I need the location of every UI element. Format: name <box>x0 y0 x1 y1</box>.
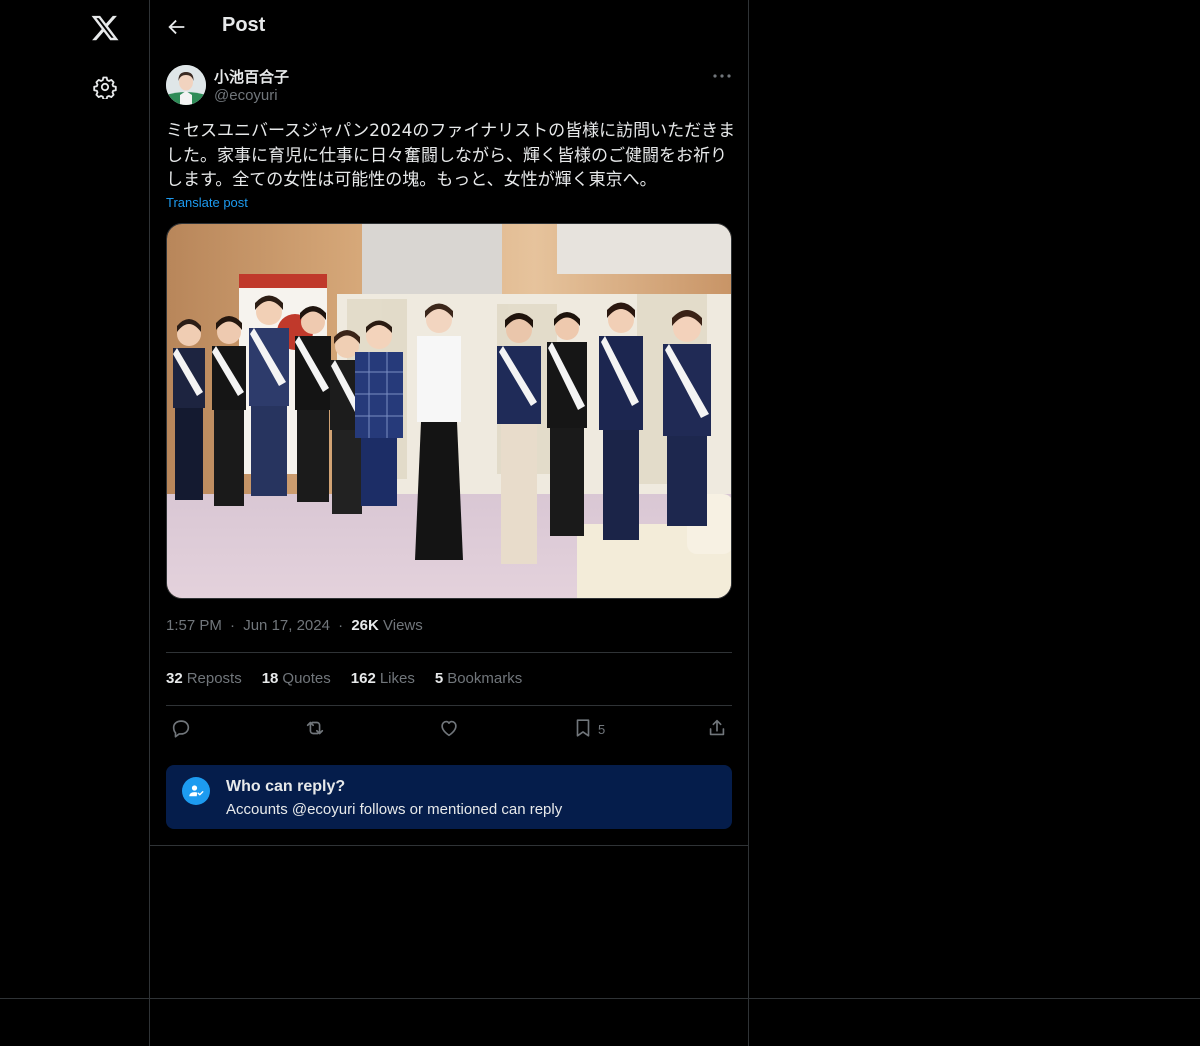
gear-icon[interactable] <box>93 75 117 101</box>
divider <box>166 652 732 653</box>
meta-separator: · <box>230 617 236 634</box>
divider <box>166 705 732 706</box>
share-icon <box>706 717 728 742</box>
repost-button[interactable] <box>304 716 326 742</box>
reply-button[interactable] <box>170 716 192 742</box>
bookmarks-stat[interactable]: 5 Bookmarks <box>435 670 522 687</box>
bookmark-count: 5 <box>598 721 606 737</box>
repost-icon <box>304 717 326 742</box>
reply-restriction-title: Who can reply? <box>226 778 346 795</box>
likes-label: Likes <box>379 670 415 687</box>
page-title: Post <box>222 14 266 36</box>
reposts-stat[interactable]: 32 Reposts <box>166 670 242 687</box>
reply-restriction-subtitle: Accounts @ecoyuri follows or mentioned c… <box>226 801 563 818</box>
left-rail <box>0 0 150 1046</box>
bookmark-button[interactable]: 5 <box>572 716 605 742</box>
engagement-stats: 32 Reposts 18 Quotes 162 Likes 5 Bookmarks <box>166 670 522 687</box>
quotes-label: Quotes <box>282 670 331 687</box>
quotes-count: 18 <box>261 670 279 687</box>
more-horizontal-icon[interactable] <box>710 66 734 86</box>
post-time[interactable]: 1:57 PM <box>166 617 222 634</box>
reply-restriction-banner: Who can reply? Accounts @ecoyuri follows… <box>166 765 732 829</box>
author-name[interactable]: 小池百合子 <box>214 66 289 87</box>
bookmarks-count: 5 <box>434 670 444 687</box>
action-bar: 5 <box>166 716 732 742</box>
post-photo[interactable] <box>166 223 732 599</box>
post-header: Post <box>150 0 748 54</box>
post-text: ミセスユニバースジャパン2024のファイナリストの皆様に訪問いただきました。家事… <box>166 121 736 190</box>
quotes-stat[interactable]: 18 Quotes <box>262 670 331 687</box>
divider <box>748 846 749 1046</box>
x-logo-icon[interactable] <box>90 13 120 43</box>
reply-icon <box>170 717 192 742</box>
heart-icon <box>438 717 460 742</box>
bookmarks-label: Bookmarks <box>447 670 523 687</box>
arrow-left-icon[interactable] <box>166 16 188 38</box>
like-button[interactable] <box>438 716 460 742</box>
avatar[interactable] <box>166 65 206 105</box>
likes-stat[interactable]: 162 Likes <box>351 670 415 687</box>
post-column: Post 小池百合子 @ecoyuri ミセスユニバースジャパン2024のファイ… <box>150 0 749 846</box>
reposts-label: Reposts <box>186 670 242 687</box>
meta-separator: · <box>338 617 344 634</box>
person-check-icon <box>182 777 210 805</box>
post-date[interactable]: Jun 17, 2024 <box>243 617 330 634</box>
translate-post-link[interactable]: Translate post <box>166 195 248 210</box>
bookmark-icon <box>572 717 594 742</box>
reposts-count: 32 <box>166 670 183 687</box>
post-meta: 1:57 PM · Jun 17, 2024 · 26K Views <box>166 617 423 634</box>
divider <box>0 998 1200 999</box>
views-label: Views <box>383 617 423 634</box>
author-handle[interactable]: @ecoyuri <box>214 87 278 104</box>
share-button[interactable] <box>706 716 728 742</box>
views-count: 26K <box>351 617 379 634</box>
likes-count: 162 <box>350 670 376 687</box>
